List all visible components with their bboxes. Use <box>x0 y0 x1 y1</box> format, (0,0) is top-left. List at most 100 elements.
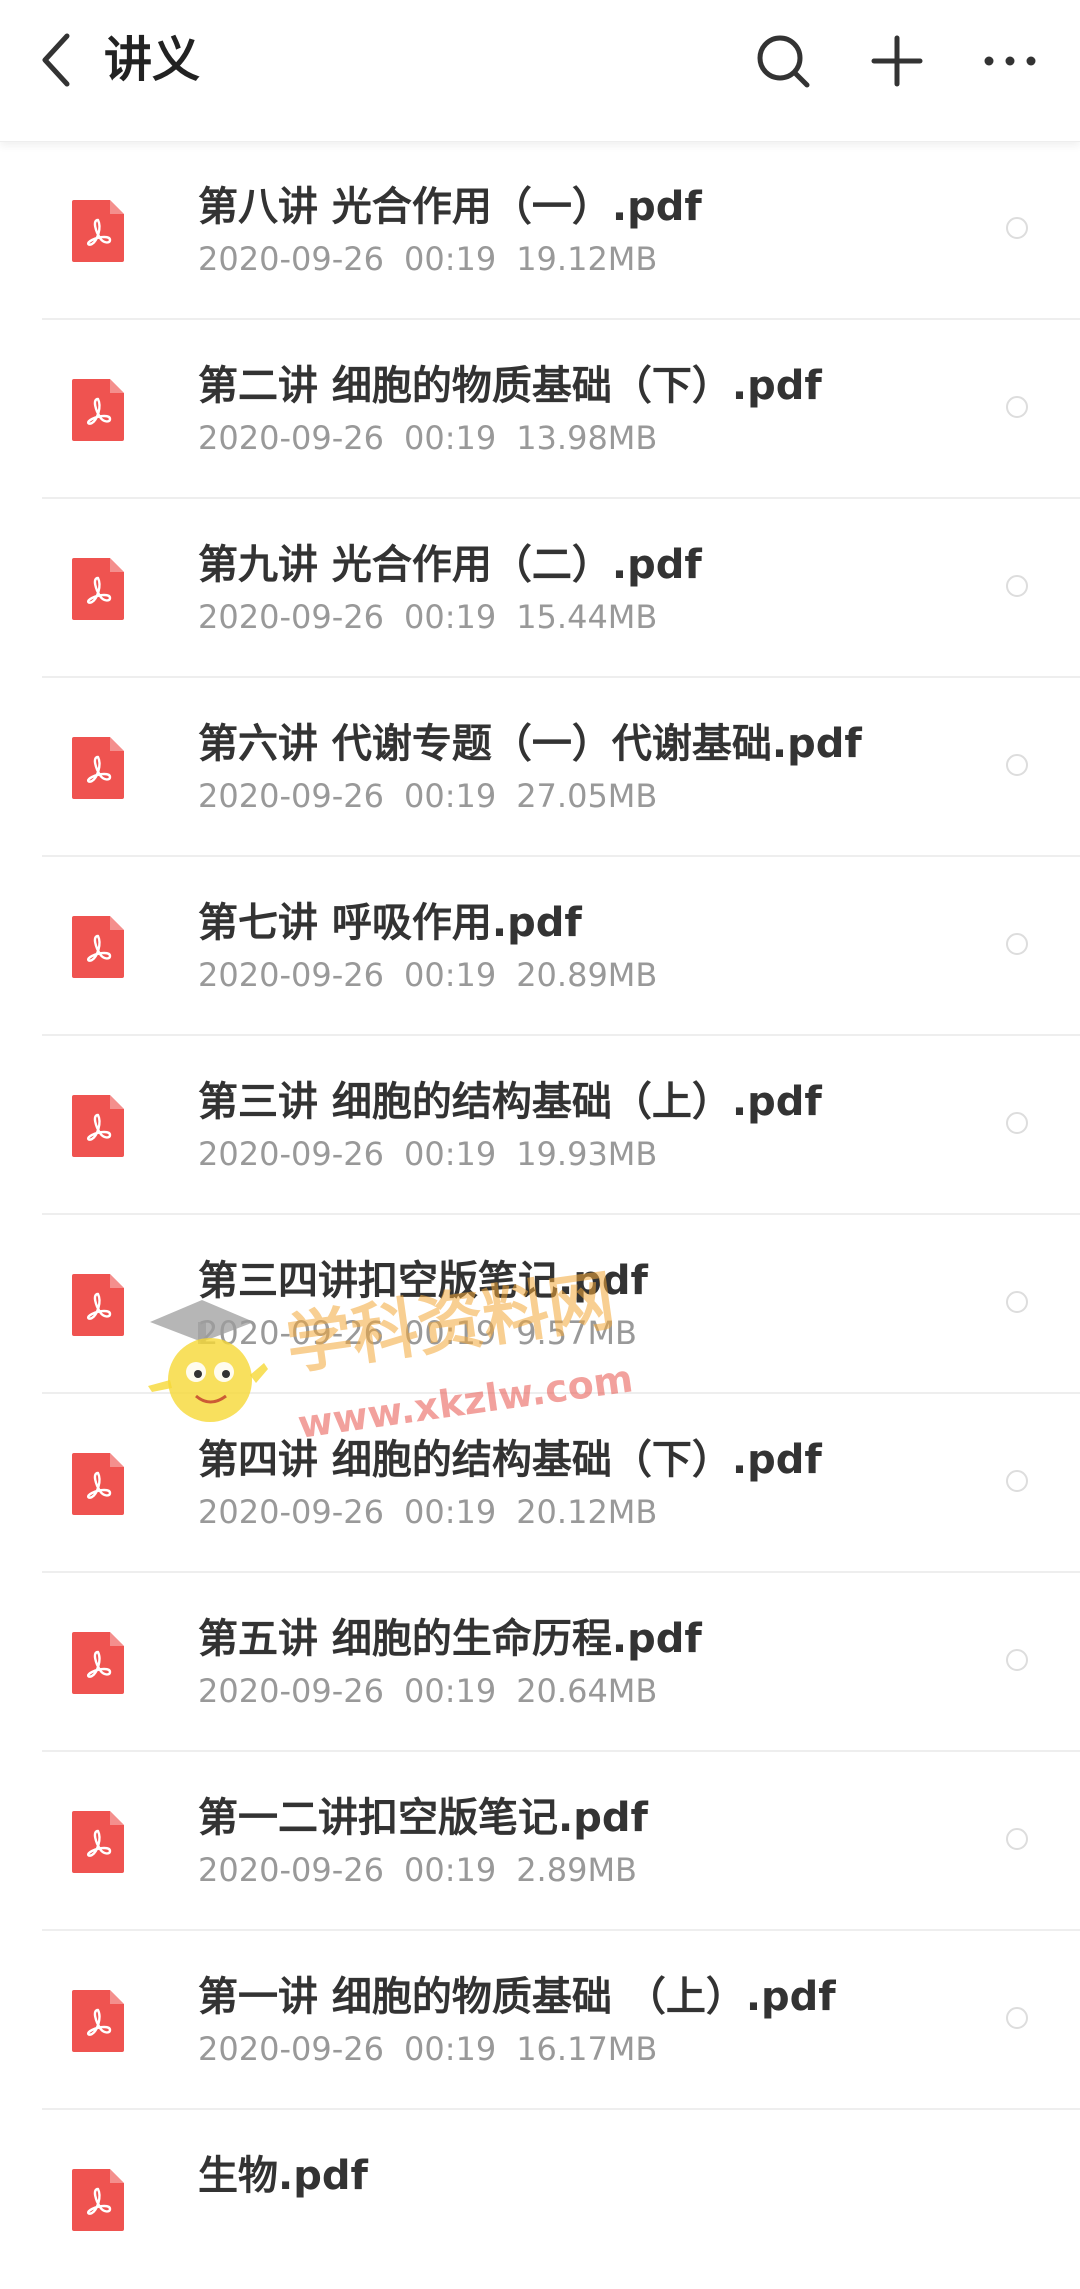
file-size: 2.89MB <box>516 1851 637 1889</box>
file-time: 00:19 <box>403 777 497 815</box>
file-row[interactable]: 生物.pdf <box>0 2110 1080 2289</box>
file-size: 20.89MB <box>516 956 658 994</box>
file-meta: 2020-09-26 00:19 9.57MB <box>198 1311 657 1355</box>
file-row[interactable]: 第三讲 细胞的结构基础（上）.pdf 2020-09-26 00:19 19.93MB <box>0 1036 1080 1215</box>
file-meta: 2020-09-26 00:19 19.12MB <box>198 237 677 281</box>
file-name: 第八讲 光合作用（一）.pdf <box>198 184 702 230</box>
file-time: 00:19 <box>403 1135 497 1173</box>
file-date: 2020-09-26 <box>198 1672 384 1710</box>
file-meta: 2020-09-26 00:19 20.12MB <box>198 1490 677 1534</box>
file-date: 2020-09-26 <box>198 1493 384 1531</box>
file-meta: 2020-09-26 00:19 15.44MB <box>198 595 677 639</box>
select-checkbox[interactable] <box>1006 396 1028 418</box>
file-date: 2020-09-26 <box>198 240 384 278</box>
file-name: 第七讲 呼吸作用.pdf <box>198 900 582 946</box>
file-row[interactable]: 第一讲 细胞的物质基础 （上）.pdf 2020-09-26 00:19 16.17M… <box>0 1931 1080 2110</box>
file-name: 第三四讲扣空版笔记.pdf <box>198 1258 648 1304</box>
select-checkbox[interactable] <box>1006 754 1028 776</box>
file-date: 2020-09-26 <box>198 777 384 815</box>
file-row[interactable]: 第七讲 呼吸作用.pdf 2020-09-26 00:19 20.89MB <box>0 857 1080 1036</box>
file-name: 第二讲 细胞的物质基础（下）.pdf <box>198 363 822 409</box>
file-meta: 2020-09-26 00:19 2.89MB <box>198 1848 657 1892</box>
file-name: 第四讲 细胞的结构基础（下）.pdf <box>198 1437 822 1483</box>
page-title: 讲义 <box>104 32 201 88</box>
select-checkbox[interactable] <box>1006 933 1028 955</box>
pdf-file-icon <box>72 1811 124 1873</box>
pdf-file-icon <box>72 1095 124 1157</box>
file-time: 00:19 <box>403 240 497 278</box>
file-meta: 2020-09-26 00:19 19.93MB <box>198 1132 677 1176</box>
pdf-file-icon <box>72 916 124 978</box>
pdf-file-icon <box>72 1990 124 2052</box>
file-date: 2020-09-26 <box>198 956 384 994</box>
file-date: 2020-09-26 <box>198 1135 384 1173</box>
file-date: 2020-09-26 <box>198 1851 384 1889</box>
file-size: 27.05MB <box>516 777 658 815</box>
pdf-file-icon <box>72 2169 124 2231</box>
select-checkbox[interactable] <box>1006 2007 1028 2029</box>
file-row[interactable]: 第八讲 光合作用（一）.pdf 2020-09-26 00:19 19.12MB <box>0 141 1080 320</box>
more-button[interactable] <box>975 26 1045 96</box>
file-date: 2020-09-26 <box>198 2030 384 2068</box>
file-name: 第一讲 细胞的物质基础 （上）.pdf <box>198 1974 836 2020</box>
pdf-file-icon <box>72 200 124 262</box>
file-name: 第一二讲扣空版笔记.pdf <box>198 1795 648 1841</box>
file-row[interactable]: 第三四讲扣空版笔记.pdf 2020-09-26 00:19 9.57MB <box>0 1215 1080 1394</box>
file-meta: 2020-09-26 00:19 13.98MB <box>198 416 677 460</box>
pdf-file-icon <box>72 1274 124 1336</box>
file-meta: 2020-09-26 00:19 27.05MB <box>198 774 677 818</box>
file-row[interactable]: 第九讲 光合作用（二）.pdf 2020-09-26 00:19 15.44MB <box>0 499 1080 678</box>
file-size: 13.98MB <box>516 419 658 457</box>
select-checkbox[interactable] <box>1006 1291 1028 1313</box>
more-icon <box>984 56 1036 66</box>
file-size: 19.12MB <box>516 240 658 278</box>
select-checkbox[interactable] <box>1006 1649 1028 1671</box>
file-row[interactable]: 第一二讲扣空版笔记.pdf 2020-09-26 00:19 2.89MB <box>0 1752 1080 1931</box>
file-name: 第九讲 光合作用（二）.pdf <box>198 542 702 588</box>
file-time: 00:19 <box>403 1851 497 1889</box>
select-checkbox[interactable] <box>1006 1828 1028 1850</box>
file-time: 00:19 <box>403 1672 497 1710</box>
file-list: 第八讲 光合作用（一）.pdf 2020-09-26 00:19 19.12MB 第二讲… <box>0 141 1080 2289</box>
pdf-file-icon <box>72 1632 124 1694</box>
file-meta: 2020-09-26 00:19 20.89MB <box>198 953 677 997</box>
file-time: 00:19 <box>403 1493 497 1531</box>
file-size: 15.44MB <box>516 598 658 636</box>
file-meta: 2020-09-26 00:19 16.17MB <box>198 2027 677 2071</box>
select-checkbox[interactable] <box>1006 217 1028 239</box>
file-name: 第三讲 细胞的结构基础（上）.pdf <box>198 1079 822 1125</box>
select-checkbox[interactable] <box>1006 1470 1028 1492</box>
file-row[interactable]: 第四讲 细胞的结构基础（下）.pdf 2020-09-26 00:19 20.12MB <box>0 1394 1080 1573</box>
file-name: 第六讲 代谢专题（一）代谢基础.pdf <box>198 721 862 767</box>
plus-icon <box>871 35 923 87</box>
file-date: 2020-09-26 <box>198 598 384 636</box>
file-date: 2020-09-26 <box>198 1314 384 1352</box>
file-size: 16.17MB <box>516 2030 658 2068</box>
file-size: 9.57MB <box>516 1314 637 1352</box>
select-checkbox[interactable] <box>1006 1112 1028 1134</box>
file-row[interactable]: 第五讲 细胞的生命历程.pdf 2020-09-26 00:19 20.64MB <box>0 1573 1080 1752</box>
search-icon <box>757 35 810 88</box>
file-time: 00:19 <box>403 598 497 636</box>
back-button[interactable] <box>30 30 80 90</box>
pdf-file-icon <box>72 558 124 620</box>
select-checkbox[interactable] <box>1006 575 1028 597</box>
pdf-file-icon <box>72 737 124 799</box>
file-time: 00:19 <box>403 956 497 994</box>
pdf-file-icon <box>72 1453 124 1515</box>
back-arrow-icon <box>42 33 70 87</box>
file-meta: 2020-09-26 00:19 20.64MB <box>198 1669 677 1713</box>
pdf-file-icon <box>72 379 124 441</box>
file-time: 00:19 <box>403 2030 497 2068</box>
file-name: 第五讲 细胞的生命历程.pdf <box>198 1616 702 1662</box>
file-size: 20.12MB <box>516 1493 658 1531</box>
file-time: 00:19 <box>403 1314 497 1352</box>
file-row[interactable]: 第六讲 代谢专题（一）代谢基础.pdf 2020-09-26 00:19 27.05M… <box>0 678 1080 857</box>
file-row[interactable]: 第二讲 细胞的物质基础（下）.pdf 2020-09-26 00:19 13.98MB <box>0 320 1080 499</box>
file-date: 2020-09-26 <box>198 419 384 457</box>
search-button[interactable] <box>748 26 818 96</box>
file-size: 19.93MB <box>516 1135 658 1173</box>
top-app-bar: 讲义 <box>0 0 1080 142</box>
add-button[interactable] <box>862 26 932 96</box>
file-name: 生物.pdf <box>198 2153 368 2199</box>
